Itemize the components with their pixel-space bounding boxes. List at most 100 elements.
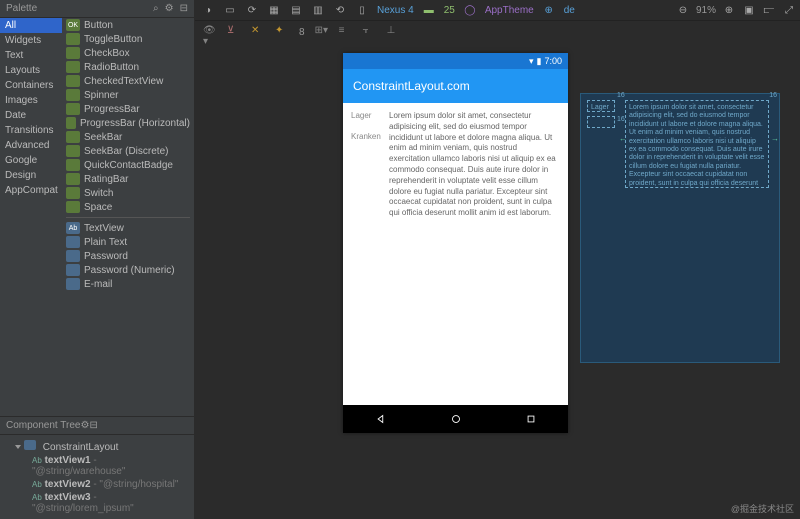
clear-icon[interactable]: ✕ [251, 25, 265, 39]
expand-icon[interactable]: ⤢ [782, 3, 796, 17]
widget-label: Spinner [84, 90, 118, 101]
design-canvas[interactable]: ▾ ▮ 7:00 ConstraintLayout.com Lager Kran… [195, 43, 800, 519]
layout-content[interactable]: Lager Kranken Lorem ipsum dolor sit amet… [343, 103, 568, 405]
widget-icon [66, 278, 80, 290]
category-appcompat[interactable]: AppCompat [0, 183, 62, 198]
widget-checkedtextview[interactable]: CheckedTextView [62, 74, 194, 88]
widget-quickcontactbadge[interactable]: QuickContactBadge [62, 158, 194, 172]
category-transitions[interactable]: Transitions [0, 123, 62, 138]
category-images[interactable]: Images [0, 93, 62, 108]
bp-constraint-arrow: ← [619, 134, 627, 143]
bp-textview2[interactable] [587, 116, 615, 128]
home-icon[interactable] [449, 412, 463, 426]
widget-progressbar-horizontal-[interactable]: ProgressBar (Horizontal) [62, 116, 194, 130]
collapse-icon[interactable]: ⊟ [180, 3, 188, 14]
category-date[interactable]: Date [0, 108, 62, 123]
theme-select[interactable]: AppTheme [485, 5, 534, 16]
textview1-preview[interactable]: Lager Kranken [351, 111, 385, 397]
bp-textview1[interactable]: Lager [587, 100, 615, 112]
widget-icon [66, 264, 80, 276]
tree-item-textView3[interactable]: Ab textView3 - "@string/lorem_ipsum" [6, 491, 188, 515]
category-widgets[interactable]: Widgets [0, 33, 62, 48]
grid3-icon[interactable]: ▥ [311, 3, 325, 17]
theme-icon[interactable]: ◯ [463, 3, 477, 17]
category-containers[interactable]: Containers [0, 78, 62, 93]
margin-value[interactable]: 8 [299, 27, 305, 38]
orientation-icon[interactable]: ⟲ [333, 3, 347, 17]
tree-header: Component Tree ⚙ ⊟ [0, 416, 194, 435]
widget-progressbar[interactable]: ProgressBar [62, 102, 194, 116]
eye-icon[interactable]: ◑ [201, 3, 215, 17]
widget-e-mail[interactable]: E-mail [62, 277, 194, 291]
gear-icon[interactable]: ⚙ [165, 3, 174, 14]
device-preview[interactable]: ▾ ▮ 7:00 ConstraintLayout.com Lager Kran… [343, 53, 568, 433]
widget-seekbar-discrete-[interactable]: SeekBar (Discrete) [62, 144, 194, 158]
zoom-in-icon[interactable]: ⊕ [722, 3, 736, 17]
bp-textview3[interactable]: Lorem ipsum dolor sit amet, consectetur … [625, 100, 769, 188]
locale-icon[interactable]: ⊕ [542, 3, 556, 17]
widget-password-numeric-[interactable]: Password (Numeric) [62, 263, 194, 277]
widget-icon [66, 145, 80, 157]
widget-icon [66, 75, 80, 87]
tree-item-textView1[interactable]: Ab textView1 - "@string/warehouse" [6, 454, 188, 478]
guideline-icon[interactable]: ⊥ [387, 25, 401, 39]
widget-seekbar[interactable]: SeekBar [62, 130, 194, 144]
category-design[interactable]: Design [0, 168, 62, 183]
eye-dropdown-icon[interactable]: 👁▾ [203, 25, 217, 39]
textview3-preview[interactable]: Lorem ipsum dolor sit amet, consectetur … [389, 111, 560, 397]
category-all[interactable]: All [0, 18, 62, 33]
component-tree: ConstraintLayoutAb textView1 - "@string/… [0, 435, 194, 519]
magnet-icon[interactable]: ⊻ [227, 25, 241, 39]
margin-unit-icon[interactable]: ⊞▾ [315, 25, 329, 39]
grid-icon[interactable]: ▦ [267, 3, 281, 17]
collapse-icon[interactable]: ⊟ [89, 420, 97, 431]
pan-icon[interactable]: ⫍ [762, 3, 776, 17]
gear-icon[interactable]: ⚙ [81, 420, 90, 431]
widget-ratingbar[interactable]: RatingBar [62, 172, 194, 186]
grid2-icon[interactable]: ▤ [289, 3, 303, 17]
bp-margin-top: 16 [617, 92, 625, 99]
api-icon[interactable]: ▬ [422, 3, 436, 17]
back-icon[interactable] [374, 412, 388, 426]
device-select[interactable]: Nexus 4 [377, 5, 414, 16]
status-time: 7:00 [544, 56, 562, 66]
category-layouts[interactable]: Layouts [0, 63, 62, 78]
category-text[interactable]: Text [0, 48, 62, 63]
widget-label: Password [84, 251, 128, 262]
widget-password[interactable]: Password [62, 249, 194, 263]
blueprint-preview[interactable]: Lager Lorem ipsum dolor sit amet, consec… [580, 93, 780, 363]
zoom-value: 91% [696, 5, 716, 16]
fit-icon[interactable]: ▣ [742, 3, 756, 17]
wand-icon[interactable]: ✦ [275, 25, 289, 39]
constraint-toolbar: 👁▾ ⊻ ✕ ✦ 8 ⊞▾ ≡ ⫟ ⊥ [195, 21, 800, 43]
tree-item-textView2[interactable]: Ab textView2 - "@string/hospital" [6, 478, 188, 491]
category-advanced[interactable]: Advanced [0, 138, 62, 153]
search-icon[interactable]: ⌕ [153, 3, 159, 14]
recents-icon[interactable] [524, 412, 538, 426]
widget-plain-text[interactable]: Plain Text [62, 235, 194, 249]
widget-label: Plain Text [84, 237, 127, 248]
align-icon[interactable]: ⫟ [363, 25, 377, 39]
widget-switch[interactable]: Switch [62, 186, 194, 200]
device-icon[interactable]: ▯ [355, 3, 369, 17]
widget-checkbox[interactable]: CheckBox [62, 46, 194, 60]
design-surface-icon[interactable]: ▭ [223, 3, 237, 17]
widget-togglebutton[interactable]: ToggleButton [62, 32, 194, 46]
category-google[interactable]: Google [0, 153, 62, 168]
palette-header: Palette ⌕ ⚙ ⊟ [0, 0, 194, 18]
pack-icon[interactable]: ≡ [339, 25, 353, 39]
widget-space[interactable]: Space [62, 200, 194, 214]
textview2-preview[interactable]: Kranken [351, 132, 385, 143]
locale-select[interactable]: de [564, 5, 575, 16]
widget-spinner[interactable]: Spinner [62, 88, 194, 102]
tree-root[interactable]: ConstraintLayout [6, 439, 188, 454]
widget-button[interactable]: OKButton [62, 18, 194, 32]
refresh-icon[interactable]: ⟳ [245, 3, 259, 17]
bp-margin-left: 16 [617, 116, 625, 123]
widget-radiobutton[interactable]: RadioButton [62, 60, 194, 74]
widget-textview[interactable]: AbTextView [62, 221, 194, 235]
widget-icon [66, 159, 80, 171]
widget-label: ProgressBar (Horizontal) [80, 118, 190, 129]
api-select[interactable]: 25 [444, 5, 455, 16]
zoom-out-icon[interactable]: ⊖ [676, 3, 690, 17]
